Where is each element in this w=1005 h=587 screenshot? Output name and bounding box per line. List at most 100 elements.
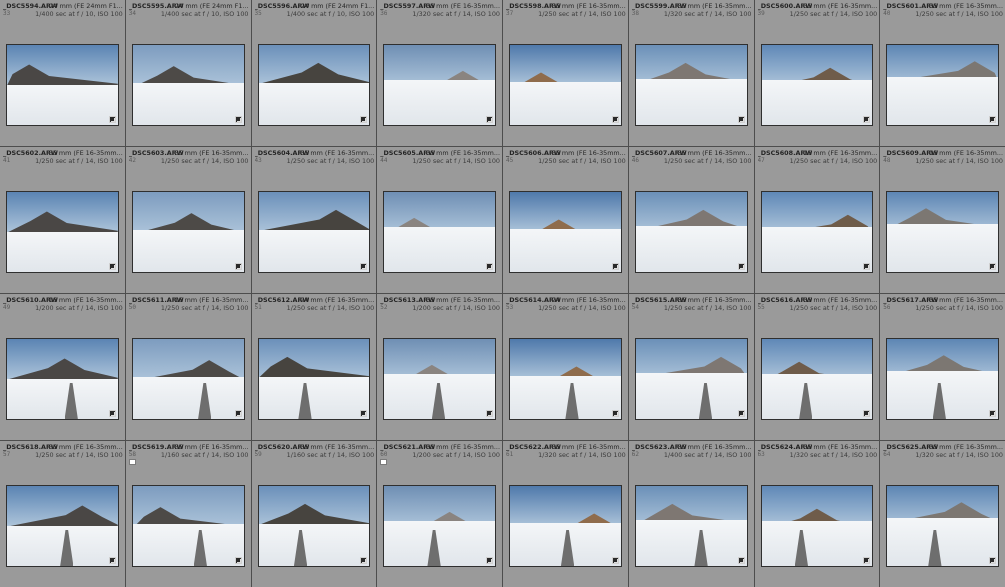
edited-badge-icon[interactable]: [989, 116, 996, 123]
edited-badge-icon[interactable]: [863, 263, 871, 270]
edited-badge-icon[interactable]: [989, 557, 996, 564]
thumbnail-cell[interactable]: _DSC5613.ARW 35 mm (FE 16-35mm... 52 1/200 …: [377, 294, 502, 440]
photo-thumbnail[interactable]: [634, 191, 748, 273]
edited-badge-icon[interactable]: [611, 410, 619, 417]
edited-badge-icon[interactable]: [863, 116, 871, 123]
thumbnail-cell[interactable]: _DSC5617.ARW 35 mm (FE 16-35mm... 56 1/250 …: [880, 294, 1005, 440]
photo-thumbnail[interactable]: [760, 191, 874, 273]
thumbnail-cell[interactable]: _DSC5620.ARW 35 mm (FE 16-35mm... 59 1/160 …: [251, 441, 377, 587]
photo-thumbnail[interactable]: [634, 338, 748, 420]
photo-thumbnail[interactable]: [257, 44, 371, 126]
photo-thumbnail[interactable]: [131, 191, 245, 273]
edited-badge-icon[interactable]: [360, 410, 368, 417]
edited-badge-icon[interactable]: [611, 263, 619, 270]
edited-badge-icon[interactable]: [360, 557, 368, 564]
thumbnail-cell[interactable]: _DSC5615.ARW 35 mm (FE 16-35mm... 54 1/250 …: [628, 294, 754, 440]
photo-thumbnail[interactable]: [886, 191, 999, 273]
thumbnail-cell[interactable]: _DSC5601.ARW 35 mm (FE 16-35mm... 40 1/250 …: [880, 0, 1005, 146]
thumbnail-cell[interactable]: _DSC5606.ARW 35 mm (FE 16-35mm... 45 1/250 …: [503, 147, 628, 293]
thumbnail-cell[interactable]: _DSC5605.ARW 35 mm (FE 16-35mm... 44 1/250 …: [377, 147, 502, 293]
photo-thumbnail[interactable]: [383, 485, 496, 567]
edited-badge-icon[interactable]: [737, 263, 745, 270]
edited-badge-icon[interactable]: [486, 263, 493, 270]
thumbnail-cell[interactable]: _DSC5621.ARW 35 mm (FE 16-35mm... 60 1/200 …: [377, 441, 502, 587]
edited-badge-icon[interactable]: [108, 410, 116, 417]
edited-badge-icon[interactable]: [234, 116, 242, 123]
photo-thumbnail[interactable]: [509, 191, 622, 273]
edited-badge-icon[interactable]: [737, 557, 745, 564]
edited-badge-icon[interactable]: [486, 557, 493, 564]
thumbnail-cell[interactable]: _DSC5612.ARW 24 mm (FE 16-35mm... 51 1/250 …: [251, 294, 377, 440]
edited-badge-icon[interactable]: [863, 557, 871, 564]
thumbnail-cell[interactable]: _DSC5598.ARW 35 mm (FE 16-35mm... 37 1/250 …: [503, 0, 628, 146]
edited-badge-icon[interactable]: [108, 557, 116, 564]
edited-badge-icon[interactable]: [234, 263, 242, 270]
thumbnail-cell[interactable]: _DSC5623.ARW 35 mm (FE 16-35mm... 62 1/400 …: [628, 441, 754, 587]
thumbnail-cell[interactable]: _DSC5597.ARW 35 mm (FE 16-35mm... 36 1/320 …: [377, 0, 502, 146]
photo-thumbnail[interactable]: [760, 338, 874, 420]
photo-thumbnail[interactable]: [509, 338, 622, 420]
thumbnail-cell[interactable]: _DSC5600.ARW 35 mm (FE 16-35mm... 39 1/250 …: [754, 0, 880, 146]
edited-badge-icon[interactable]: [108, 263, 116, 270]
edited-badge-icon[interactable]: [611, 557, 619, 564]
photo-thumbnail[interactable]: [6, 485, 119, 567]
thumbnail-cell[interactable]: _DSC5594.ARW 24 mm (FE 24mm F1... 33 1/400 …: [0, 0, 125, 146]
thumbnail-cell[interactable]: _DSC5611.ARW 16 mm (FE 16-35mm... 50 1/250 …: [125, 294, 251, 440]
photo-thumbnail[interactable]: [634, 485, 748, 567]
thumbnail-metadata: _DSC5621.ARW 35 mm (FE 16-35mm... 60 1/200 …: [380, 443, 500, 459]
photo-thumbnail[interactable]: [131, 338, 245, 420]
thumbnail-cell[interactable]: _DSC5603.ARW 35 mm (FE 16-35mm... 42 1/250 …: [125, 147, 251, 293]
thumbnail-cell[interactable]: _DSC5618.ARW 35 mm (FE 16-35mm... 57 1/250 …: [0, 441, 125, 587]
edited-badge-icon[interactable]: [737, 410, 745, 417]
edited-badge-icon[interactable]: [234, 557, 242, 564]
photo-thumbnail[interactable]: [131, 44, 245, 126]
photo-thumbnail[interactable]: [886, 338, 999, 420]
thumbnail-cell[interactable]: _DSC5596.ARW 24 mm (FE 24mm F1... 35 1/400 …: [251, 0, 377, 146]
edited-badge-icon[interactable]: [486, 116, 493, 123]
edited-badge-icon[interactable]: [360, 116, 368, 123]
thumbnail-cell[interactable]: _DSC5610.ARW 16 mm (FE 16-35mm... 49 1/200 …: [0, 294, 125, 440]
edited-badge-icon[interactable]: [611, 116, 619, 123]
photo-thumbnail[interactable]: [257, 485, 371, 567]
photo-thumbnail[interactable]: [383, 191, 496, 273]
thumbnail-cell[interactable]: _DSC5625.ARW 35 mm (FE 16-35mm... 64 1/320 …: [880, 441, 1005, 587]
photo-thumbnail[interactable]: [257, 338, 371, 420]
edited-badge-icon[interactable]: [486, 410, 493, 417]
thumbnail-cell[interactable]: _DSC5624.ARW 35 mm (FE 16-35mm... 63 1/320 …: [754, 441, 880, 587]
thumbnail-cell[interactable]: _DSC5602.ARW 35 mm (FE 16-35mm... 41 1/250 …: [0, 147, 125, 293]
photo-thumbnail[interactable]: [509, 485, 622, 567]
thumbnail-cell[interactable]: _DSC5614.ARW 24 mm (FE 16-35mm... 53 1/250 …: [503, 294, 628, 440]
thumbnail-cell[interactable]: _DSC5609.ARW 16 mm (FE 16-35mm... 48 1/250 …: [880, 147, 1005, 293]
edited-badge-icon[interactable]: [989, 263, 996, 270]
thumbnail-cell[interactable]: _DSC5595.ARW 24 mm (FE 24mm F1... 34 1/400 …: [125, 0, 251, 146]
photo-thumbnail[interactable]: [257, 191, 371, 273]
photo-thumbnail[interactable]: [634, 44, 748, 126]
photo-thumbnail[interactable]: [6, 44, 119, 126]
edited-badge-icon[interactable]: [360, 263, 368, 270]
photo-thumbnail[interactable]: [886, 44, 999, 126]
photo-thumbnail[interactable]: [760, 485, 874, 567]
edited-badge-icon[interactable]: [234, 410, 242, 417]
pick-flag-icon[interactable]: [129, 460, 135, 464]
thumbnail-cell[interactable]: _DSC5607.ARW 35 mm (FE 16-35mm... 46 1/250 …: [628, 147, 754, 293]
edited-badge-icon[interactable]: [863, 410, 871, 417]
photo-thumbnail[interactable]: [6, 191, 119, 273]
photo-thumbnail[interactable]: [509, 44, 622, 126]
photo-thumbnail[interactable]: [383, 338, 496, 420]
thumbnail-cell[interactable]: _DSC5599.ARW 35 mm (FE 16-35mm... 38 1/320 …: [628, 0, 754, 146]
edited-badge-icon[interactable]: [989, 410, 996, 417]
edited-badge-icon[interactable]: [737, 116, 745, 123]
thumbnail-cell[interactable]: _DSC5622.ARW 35 mm (FE 16-35mm... 61 1/320 …: [503, 441, 628, 587]
snow-field: [635, 225, 747, 272]
photo-thumbnail[interactable]: [6, 338, 119, 420]
thumbnail-cell[interactable]: _DSC5604.ARW 35 mm (FE 16-35mm... 43 1/250 …: [251, 147, 377, 293]
pick-flag-icon[interactable]: [381, 460, 387, 464]
thumbnail-cell[interactable]: _DSC5619.ARW 35 mm (FE 16-35mm... 58 1/160 …: [125, 441, 251, 587]
photo-thumbnail[interactable]: [760, 44, 874, 126]
photo-thumbnail[interactable]: [886, 485, 999, 567]
thumbnail-cell[interactable]: _DSC5608.ARW 16 mm (FE 16-35mm... 47 1/250 …: [754, 147, 880, 293]
edited-badge-icon[interactable]: [108, 116, 116, 123]
thumbnail-cell[interactable]: _DSC5616.ARW 35 mm (FE 16-35mm... 55 1/250 …: [754, 294, 880, 440]
photo-thumbnail[interactable]: [131, 485, 245, 567]
photo-thumbnail[interactable]: [383, 44, 496, 126]
